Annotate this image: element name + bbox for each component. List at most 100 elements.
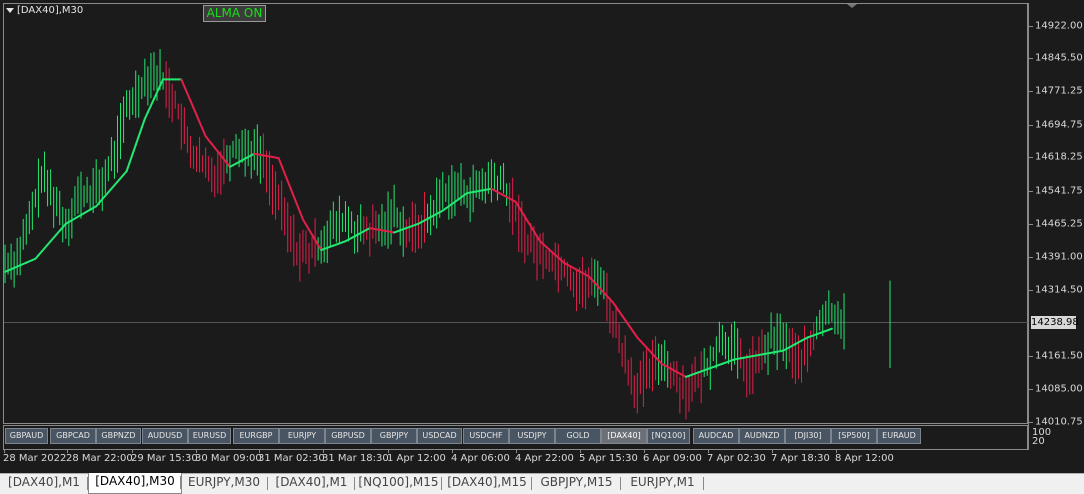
chart-tab[interactable]: GBPJPY,M15 xyxy=(532,474,621,493)
symbol-button-eurjpy[interactable]: EURJPY xyxy=(279,428,325,444)
alma-line-segment xyxy=(192,106,198,116)
price-tick xyxy=(1029,191,1033,192)
chart-tab-label: [NQ100],M15 xyxy=(358,475,439,489)
symbol-button-gbpjpy[interactable]: GBPJPY xyxy=(371,428,417,444)
alma-line-segment xyxy=(286,180,292,190)
time-label: 31 Mar 02:30 xyxy=(258,453,325,464)
symbol-button-dji30[interactable]: [DJI30] xyxy=(785,428,831,444)
symbol-button-usdjpy[interactable]: USDJPY xyxy=(509,428,555,444)
price-tick xyxy=(1029,58,1033,59)
price-label: 14010.75 xyxy=(1035,416,1083,428)
symbol-button-audnzd[interactable]: AUDNZD xyxy=(739,428,785,444)
time-label: 29 Mar 15:30 xyxy=(131,453,198,464)
symbol-button-sp500[interactable]: [SP500] xyxy=(831,428,877,444)
price-tick xyxy=(1029,389,1033,390)
current-price-tag: 14238.98 xyxy=(1031,316,1079,329)
chart-tab-label: [DAX40],M1 xyxy=(8,475,80,489)
symbol-button-usdcad[interactable]: USDCAD xyxy=(417,428,462,444)
price-tick xyxy=(1029,157,1033,158)
chart-tab[interactable]: EURJPY,M1 xyxy=(621,474,704,493)
price-label: 14085.00 xyxy=(1035,383,1083,395)
chart-tab[interactable]: [NQ100],M15 xyxy=(355,474,442,493)
symbol-button-gbpaud[interactable]: GBPAUD xyxy=(5,428,48,444)
alma-line-segment xyxy=(131,144,137,155)
alma-line-segment xyxy=(183,85,189,95)
alma-line-segment xyxy=(298,210,304,221)
chart-tab-label: [DAX40],M30 xyxy=(95,474,175,488)
alma-line-segment xyxy=(195,113,201,124)
price-tick xyxy=(1029,290,1033,291)
alma-line-segment xyxy=(189,99,195,109)
level-20: 20 xyxy=(1032,436,1045,447)
symbol-button-euraud[interactable]: EURAUD xyxy=(877,428,921,444)
chart-title[interactable]: [DAX40],M30 xyxy=(6,5,83,16)
time-label: 1 Apr 12:00 xyxy=(387,453,446,464)
alma-line-segment xyxy=(198,121,204,131)
time-label: 30 Mar 09:00 xyxy=(195,453,262,464)
price-tick xyxy=(1029,125,1033,126)
time-label: 4 Apr 06:00 xyxy=(451,453,510,464)
symbol-button-gbpnzd[interactable]: GBPNZD xyxy=(96,428,141,444)
alma-line-segment xyxy=(143,111,149,120)
chart-tab-label: EURJPY,M30 xyxy=(188,475,260,489)
alma-line-segment xyxy=(283,172,289,183)
symbol-button-gbpcad[interactable]: GBPCAD xyxy=(50,428,96,444)
time-label: 28 Mar 2022 xyxy=(3,453,67,464)
price-label: 14465.25 xyxy=(1035,218,1083,230)
chart-tab-label: [DAX40],M1 xyxy=(275,475,348,489)
price-tick xyxy=(1029,26,1033,27)
time-label: 7 Apr 18:30 xyxy=(771,453,830,464)
price-tick xyxy=(1029,224,1033,225)
chart-tab-label: EURJPY,M1 xyxy=(630,475,695,489)
subwindow-levels: 100 20 xyxy=(1032,428,1051,447)
chart-tab[interactable]: EURJPY,M30 xyxy=(180,474,268,493)
chart-tab[interactable]: [DAX40],M1 xyxy=(268,474,355,493)
symbol-button-eurusd[interactable]: EURUSD xyxy=(188,428,231,444)
price-label: 14694.75 xyxy=(1035,119,1083,131)
symbol-button-gbpusd[interactable]: GBPUSD xyxy=(325,428,371,444)
alma-line-segment xyxy=(180,78,186,88)
chart-tab-label: [DAX40],M15 xyxy=(447,475,527,489)
alma-line-segment xyxy=(146,104,152,114)
alma-line-segment xyxy=(827,327,833,331)
alma-line-segment xyxy=(140,117,146,129)
alma-line-segment xyxy=(125,161,131,173)
price-label: 14391.00 xyxy=(1035,251,1083,263)
price-label: 14922.00 xyxy=(1035,20,1083,32)
time-label: 28 Mar 22:00 xyxy=(66,453,133,464)
tab-separator xyxy=(703,477,704,490)
symbol-button-eurgbp[interactable]: EURGBP xyxy=(233,428,279,444)
time-label: 5 Apr 15:30 xyxy=(579,453,638,464)
symbol-button-gold[interactable]: GOLD xyxy=(555,428,601,444)
price-label: 14771.25 xyxy=(1035,85,1083,97)
price-chart xyxy=(4,4,891,420)
price-tick xyxy=(1029,356,1033,357)
alma-line-segment xyxy=(128,152,134,164)
price-label: 14845.50 xyxy=(1035,52,1083,64)
chart-window[interactable]: [DAX40],M30 ALMA ON 14922.00 14845.50 1477… xyxy=(0,0,1084,473)
symbol-button-nq100[interactable]: [NQ100] xyxy=(647,428,690,444)
alma-line-segment xyxy=(295,203,301,213)
alma-line-segment xyxy=(277,157,283,167)
symbol-button-audcad[interactable]: AUDCAD xyxy=(693,428,739,444)
price-label: 14541.75 xyxy=(1035,185,1083,197)
price-axis-line xyxy=(1028,3,1029,450)
alma-line-segment xyxy=(134,135,140,146)
scroll-marker-icon xyxy=(847,4,857,8)
dropdown-triangle-icon[interactable] xyxy=(6,7,14,13)
time-label: 8 Apr 12:00 xyxy=(835,453,894,464)
alma-line-segment xyxy=(280,164,286,175)
symbol-button-usdchf[interactable]: USDCHF xyxy=(463,428,509,444)
alma-line-segment xyxy=(137,126,143,138)
symbol-button-dax40[interactable]: [DAX40] xyxy=(601,428,647,444)
price-tick xyxy=(1029,422,1033,423)
chart-tab[interactable]: [DAX40],M15 xyxy=(442,474,532,493)
alma-line-segment xyxy=(186,92,192,102)
chart-tab[interactable]: [DAX40],M30 xyxy=(88,473,182,494)
chart-tab[interactable]: [DAX40],M1 xyxy=(0,474,88,493)
symbol-button-audusd[interactable]: AUDUSD xyxy=(142,428,188,444)
alma-toggle-button[interactable]: ALMA ON xyxy=(203,5,266,22)
time-label: 31 Mar 18:30 xyxy=(322,453,389,464)
chart-tab-bar: [DAX40],M1 [DAX40],M30 EURJPY,M30 [DAX40],M… xyxy=(0,473,1084,494)
chart-tab-label: GBPJPY,M15 xyxy=(540,475,613,489)
